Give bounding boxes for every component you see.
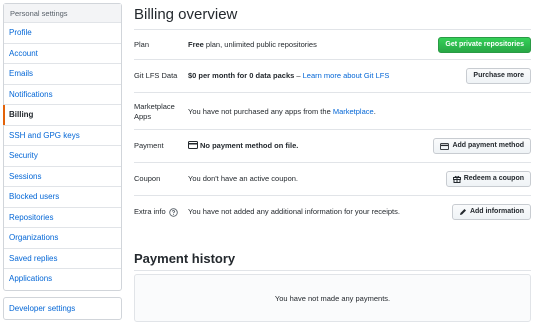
- sidebar-item-security[interactable]: Security: [4, 146, 121, 167]
- sidebar-item-organizations[interactable]: Organizations: [4, 228, 121, 249]
- plan-name: Free: [188, 40, 204, 49]
- add-information-button[interactable]: Add information: [451, 204, 531, 220]
- plan-description: plan, unlimited public repositories: [203, 40, 317, 49]
- credit-card-icon: [440, 142, 450, 150]
- credit-card-icon: [188, 141, 198, 149]
- sidebar-item-sessions[interactable]: Sessions: [4, 167, 121, 187]
- coupon-label: Coupon: [134, 174, 161, 183]
- marketplace-label-line2: Apps: [134, 112, 152, 121]
- lfs-separator: –: [294, 71, 303, 80]
- redeem-coupon-label: Redeem a coupon: [463, 175, 524, 182]
- settings-sidebar: Personal settings Profile Account Emails…: [3, 3, 122, 291]
- payment-label: Payment: [134, 141, 164, 150]
- marketplace-text: You have not purchased any apps from the: [188, 107, 333, 116]
- sidebar-item-billing[interactable]: Billing: [3, 105, 121, 126]
- page-title: Billing overview: [134, 6, 238, 23]
- marketplace-value: You have not purchased any apps from the…: [188, 107, 376, 117]
- sidebar-item-applications[interactable]: Applications: [4, 269, 121, 290]
- plan-label: Plan: [134, 40, 150, 49]
- lfs-value: $0 per month for 0 data packs – Learn mo…: [188, 71, 389, 81]
- marketplace-period: .: [373, 107, 376, 116]
- marketplace-label-line1: Marketplace: [134, 102, 175, 111]
- plan-value: Free plan, unlimited public repositories: [188, 40, 317, 50]
- gift-icon: [452, 175, 461, 183]
- sidebar-item-ssh-gpg-keys[interactable]: SSH and GPG keys: [4, 126, 121, 146]
- sidebar-item-saved-replies[interactable]: Saved replies: [4, 249, 121, 269]
- sidebar-item-emails[interactable]: Emails: [4, 64, 121, 85]
- history-divider: [134, 270, 531, 271]
- add-payment-method-button[interactable]: Add payment method: [433, 138, 531, 154]
- redeem-coupon-button[interactable]: Redeem a coupon: [445, 171, 531, 187]
- payment-history-title: Payment history: [134, 251, 236, 266]
- lfs-price: $0 per month for 0 data packs: [188, 71, 295, 80]
- learn-lfs-link[interactable]: Learn more about Git LFS: [303, 71, 390, 80]
- payment-row: Payment No payment method on file. Add p…: [134, 130, 531, 163]
- pencil-icon: [459, 208, 467, 216]
- lfs-row: Git LFS Data $0 per month for 0 data pac…: [134, 60, 531, 93]
- extra-info-row: Extra info You have not added any additi…: [134, 196, 531, 229]
- sidebar-item-profile[interactable]: Profile: [4, 23, 121, 44]
- get-private-repos-button[interactable]: Get private repositories: [438, 37, 531, 53]
- get-private-repos-label: Get private repositories: [445, 41, 524, 48]
- payment-history-empty: You have not made any payments.: [134, 274, 531, 322]
- purchase-more-button[interactable]: Purchase more: [466, 68, 531, 84]
- purchase-more-label: Purchase more: [473, 72, 524, 79]
- payment-status: No payment method on file.: [200, 141, 299, 150]
- sidebar-item-developer-settings[interactable]: Developer settings: [4, 298, 121, 319]
- question-icon[interactable]: [168, 207, 178, 217]
- coupon-row: Coupon You don't have an active coupon. …: [134, 163, 531, 196]
- sidebar-header: Personal settings: [4, 4, 121, 23]
- extra-info-label-wrap: Extra info: [134, 207, 178, 217]
- sidebar-item-notifications[interactable]: Notifications: [4, 85, 121, 105]
- marketplace-label: Marketplace Apps: [134, 102, 175, 122]
- add-payment-method-label: Add payment method: [452, 142, 524, 149]
- payment-value: No payment method on file.: [188, 141, 298, 151]
- sidebar-item-blocked-users[interactable]: Blocked users: [4, 187, 121, 208]
- coupon-value: You don't have an active coupon.: [188, 174, 298, 183]
- marketplace-row: Marketplace Apps You have not purchased …: [134, 93, 531, 130]
- lfs-label: Git LFS Data: [134, 71, 178, 80]
- sidebar-item-account[interactable]: Account: [4, 44, 121, 64]
- plan-row: Plan Free plan, unlimited public reposit…: [134, 30, 531, 60]
- extra-info-label: Extra info: [134, 207, 166, 216]
- marketplace-link[interactable]: Marketplace: [333, 107, 374, 116]
- extra-info-value: You have not added any additional inform…: [188, 207, 400, 216]
- sidebar-item-repositories[interactable]: Repositories: [4, 208, 121, 228]
- payment-history-empty-text: You have not made any payments.: [274, 293, 391, 303]
- developer-settings-box: Developer settings: [3, 297, 122, 320]
- add-information-label: Add information: [469, 208, 524, 215]
